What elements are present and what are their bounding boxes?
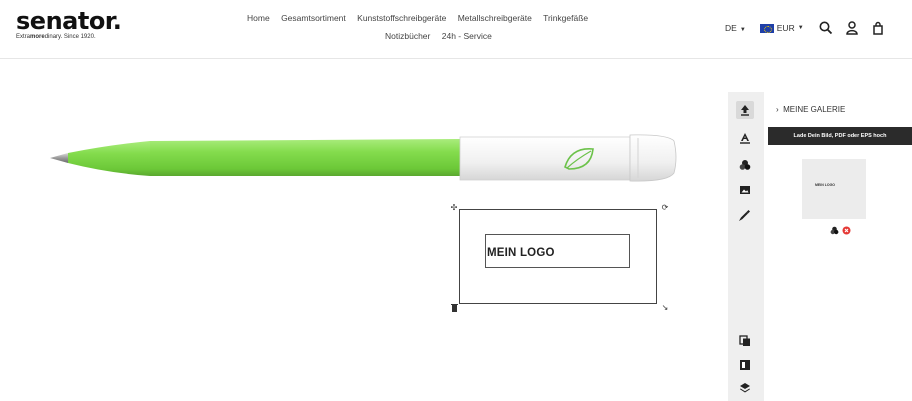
chevron-down-icon: ▼ [797,25,804,31]
nav-link-home[interactable]: Home [247,13,270,23]
account-icon[interactable] [844,20,860,36]
color-options-icon[interactable] [830,226,839,235]
thumbnail-logo-mini: MEIN LOGO [815,183,836,187]
eu-flag-icon [759,23,774,33]
gallery-thumbnail[interactable]: MEIN LOGO [802,159,866,219]
pipette-icon[interactable] [736,206,754,224]
nav-link-gesamtsortiment[interactable]: Gesamtsortiment [281,13,346,23]
nav-link-24h-service[interactable]: 24h - Service [442,31,492,41]
selection-frame[interactable] [459,209,657,304]
gallery-toggle[interactable]: › MEINE GALERIE [776,105,845,114]
layers-icon[interactable] [736,379,754,397]
site-header: senator. Extramoredinary. Since 1920. Ho… [0,0,912,59]
move-handle-icon[interactable]: ✣ [450,204,458,212]
delete-handle-icon[interactable] [450,304,458,312]
text-icon[interactable] [736,129,754,147]
cart-icon[interactable] [870,20,886,36]
logo-wordmark: senator. [16,7,122,35]
duplicate-icon[interactable] [736,332,754,350]
language-select[interactable]: DE ▼ [725,23,746,33]
nav-link-metallschreibgeraete[interactable]: Metallschreibgeräte [458,13,532,23]
shapes-icon[interactable] [736,156,754,174]
upload-icon[interactable] [736,101,754,119]
nav-link-notizbuecher[interactable]: Notizbücher [385,31,430,41]
chevron-down-icon: ▼ [739,27,746,33]
rotate-handle-icon[interactable]: ⟳ [661,204,669,212]
delete-image-icon[interactable] [842,226,851,235]
gallery-panel: › MEINE GALERIE Lade Dein Bild, PDF oder… [764,92,912,401]
senator-logo[interactable]: senator. Extramoredinary. Since 1920. [16,7,122,40]
gallery-icon[interactable] [736,181,754,199]
main-nav-row-1: Home Gesamtsortiment Kunststoffschreibge… [247,13,597,23]
nav-link-trinkgefaesse[interactable]: Trinkgefäße [543,13,588,23]
resize-handle-icon[interactable]: ↘ [661,304,669,312]
editor-toolbar [728,92,764,401]
main-nav-row-2: Notizbücher 24h - Service [385,31,501,41]
pen-barrel [150,139,460,176]
pen-tip [50,153,68,163]
upload-image-button[interactable]: Lade Dein Bild, PDF oder EPS hoch [768,127,912,145]
pen-cap [629,134,677,182]
pen-clip [459,136,631,181]
currency-select[interactable]: EUR ▼ [759,23,804,33]
nav-link-kunststoffschreibgeraete[interactable]: Kunststoffschreibgeräte [357,13,446,23]
pen-grip [68,141,150,176]
flip-icon[interactable] [736,356,754,374]
header-utilities: DE ▼ EUR ▼ [725,20,896,36]
search-icon[interactable] [818,20,834,36]
